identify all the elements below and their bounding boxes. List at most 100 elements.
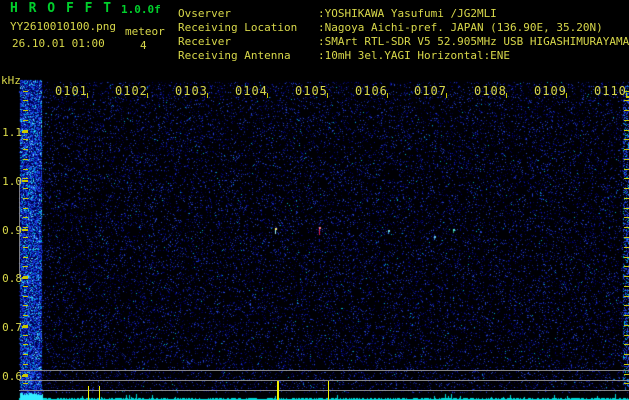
freq-major-tick xyxy=(22,277,28,280)
freq-major-tick xyxy=(22,179,28,182)
freq-axis-unit: kHz xyxy=(1,74,21,87)
time-tick-label: 0106 xyxy=(355,84,388,98)
reference-line xyxy=(19,390,629,391)
app-version: 1.0.0f xyxy=(121,3,161,16)
reference-line xyxy=(19,370,629,371)
freq-tick-label: 0.6 xyxy=(2,370,22,383)
time-tick-label: 0103 xyxy=(175,84,208,98)
freq-minor-tick-right xyxy=(624,286,629,287)
freq-minor-tick-right xyxy=(624,100,629,101)
freq-minor-tick-left xyxy=(23,217,28,218)
freq-tick-label: 1.1 xyxy=(2,126,22,139)
freq-minor-tick-right xyxy=(624,237,629,238)
info-row-1: Receiving Location:Nagoya Aichi-pref. JA… xyxy=(178,21,603,34)
time-tick-label: 0105 xyxy=(295,84,328,98)
freq-minor-tick-right xyxy=(624,364,629,365)
time-minute-tick xyxy=(267,93,268,98)
time-minute-tick xyxy=(147,93,148,98)
freq-minor-tick-left xyxy=(23,335,28,336)
meteor-detection-mark xyxy=(328,381,329,400)
info-label: Receiving Antenna xyxy=(178,49,291,62)
freq-minor-tick-right xyxy=(624,188,629,189)
freq-major-tick xyxy=(22,131,28,133)
freq-minor-tick-left xyxy=(23,364,28,365)
freq-minor-tick-right xyxy=(624,266,629,267)
info-value: :Nagoya Aichi-pref. JAPAN (136.90E, 35.2… xyxy=(318,21,603,34)
freq-minor-tick-right xyxy=(624,178,629,179)
freq-minor-tick-left xyxy=(23,178,28,179)
freq-minor-tick-right xyxy=(624,374,629,375)
freq-major-tick xyxy=(22,228,28,231)
freq-minor-tick-right xyxy=(624,139,629,140)
freq-minor-tick-left xyxy=(23,139,28,140)
time-minute-tick xyxy=(207,93,208,98)
info-value: :YOSHIKAWA Yasufumi /JG2MLI xyxy=(318,7,497,20)
freq-minor-tick-right xyxy=(624,354,629,355)
freq-minor-tick-right xyxy=(624,296,629,297)
freq-minor-tick-right xyxy=(624,120,629,121)
output-filename: YY2610010100.png xyxy=(10,20,116,33)
time-tick-label: 0109 xyxy=(534,84,567,98)
freq-minor-tick-left xyxy=(23,237,28,238)
freq-minor-tick-right xyxy=(624,208,629,209)
meteor-count: 4 xyxy=(140,39,147,52)
freq-minor-tick-right xyxy=(624,227,629,228)
info-row-2: Receiver :SMArt RTL-SDR V5 52.905MHz USB … xyxy=(178,35,629,48)
freq-minor-tick-left xyxy=(23,276,28,277)
time-tick-label: 0107 xyxy=(414,84,447,98)
freq-minor-tick-left xyxy=(23,305,28,306)
freq-minor-tick-right xyxy=(624,149,629,150)
freq-minor-tick-right xyxy=(624,247,629,248)
info-label: Receiver xyxy=(178,35,231,48)
time-tick-label: 0104 xyxy=(235,84,268,98)
reference-line xyxy=(19,380,629,381)
freq-minor-tick-right xyxy=(624,305,629,306)
time-minute-tick xyxy=(446,93,447,98)
freq-minor-tick-left xyxy=(23,91,28,92)
freq-minor-tick-right xyxy=(624,276,629,277)
info-value: :10mH 3el.YAGI Horizontal:ENE xyxy=(318,49,511,62)
freq-minor-tick-left xyxy=(23,227,28,228)
freq-minor-tick-right xyxy=(624,159,629,160)
freq-major-tick xyxy=(22,326,28,329)
meteor-detection-mark xyxy=(99,386,100,400)
freq-minor-tick-left xyxy=(23,198,28,199)
freq-minor-tick-left xyxy=(23,208,28,209)
freq-minor-tick-right xyxy=(624,217,629,218)
freq-minor-tick-right xyxy=(624,130,629,131)
freq-minor-tick-right xyxy=(624,344,629,345)
meteor-detection-mark xyxy=(277,381,279,400)
freq-minor-tick-right xyxy=(624,383,629,384)
freq-minor-tick-left xyxy=(23,169,28,170)
freq-minor-tick-left xyxy=(23,247,28,248)
freq-minor-tick-left xyxy=(23,130,28,131)
mode-label: meteor xyxy=(125,25,165,38)
freq-minor-tick-left xyxy=(23,286,28,287)
freq-minor-tick-left xyxy=(23,149,28,150)
freq-minor-tick-right xyxy=(624,198,629,199)
info-row-3: Receiving Antenna :10mH 3el.YAGI Horizont… xyxy=(178,49,510,62)
freq-minor-tick-right xyxy=(624,335,629,336)
freq-minor-tick-left xyxy=(23,325,28,326)
freq-minor-tick-left xyxy=(23,257,28,258)
freq-minor-tick-right xyxy=(624,110,629,111)
observation-datetime: 26.10.01 01:00 xyxy=(12,37,105,50)
freq-minor-tick-left xyxy=(23,100,28,101)
hrofft-window: H R O F F T 1.0.0f YY2610010100.png mete… xyxy=(0,0,629,400)
time-minute-tick xyxy=(87,93,88,98)
time-tick-label: 0102 xyxy=(115,84,148,98)
info-value: :SMArt RTL-SDR V5 52.905MHz USB HIGASHIM… xyxy=(318,35,629,48)
freq-minor-tick-left xyxy=(23,374,28,375)
freq-minor-tick-left xyxy=(23,266,28,267)
carrier-vline xyxy=(19,180,20,278)
time-tick-label: 0108 xyxy=(474,84,507,98)
freq-minor-tick-left xyxy=(23,296,28,297)
time-minute-tick xyxy=(387,93,388,98)
freq-minor-tick-left xyxy=(23,315,28,316)
freq-minor-tick-right xyxy=(624,257,629,258)
freq-minor-tick-right xyxy=(624,315,629,316)
freq-minor-tick-left xyxy=(23,159,28,160)
freq-minor-tick-left xyxy=(23,110,28,111)
info-label: Ovserver xyxy=(178,7,231,20)
app-title: H R O F F T xyxy=(10,1,113,16)
